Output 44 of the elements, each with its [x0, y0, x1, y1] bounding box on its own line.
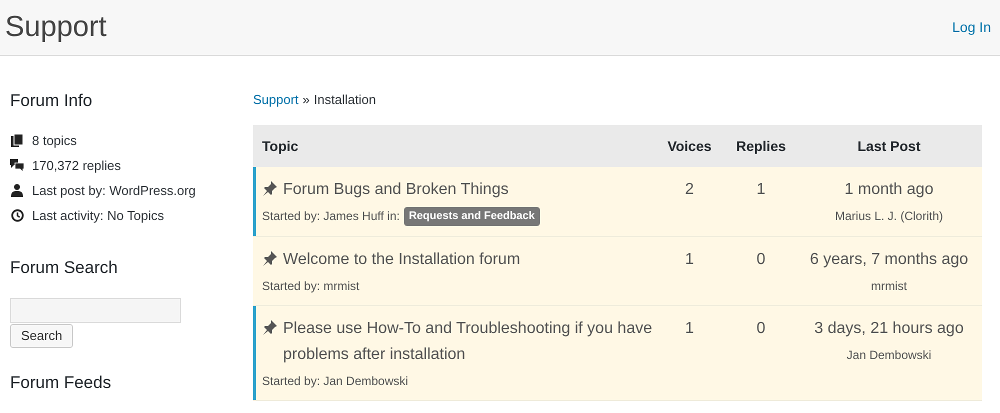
column-header: Replies	[735, 136, 787, 156]
user-icon	[11, 184, 23, 197]
documents-icon	[11, 134, 23, 147]
column-header: Voices	[666, 136, 713, 156]
pin-icon	[262, 320, 277, 334]
pin-icon	[262, 250, 277, 266]
voices-count: 2	[684, 180, 695, 200]
widget-title: Forum Search	[10, 256, 119, 278]
column-header: Last Post	[856, 136, 922, 156]
forum-tag[interactable]: Requests and Feedback	[404, 207, 540, 226]
stat-text: Last post by: WordPress.org	[32, 182, 196, 200]
topic-title-link[interactable]: Welcome to the Installation forum	[283, 246, 653, 272]
search-field[interactable]	[10, 298, 181, 323]
last-post-author[interactable]: Marius L. J. (Clorith)	[834, 207, 944, 225]
pin-icon	[262, 181, 277, 196]
site-title: Support	[5, 10, 107, 45]
topic-title-link[interactable]: Please use How-To and Troubleshooting if you have problems after installation	[283, 316, 653, 368]
topic-starter: Started by: Jan Dembowski	[262, 372, 408, 390]
topic-starter: Started by: James Huff in:	[262, 208, 400, 226]
login-link[interactable]: Log In	[952, 17, 991, 38]
last-post-link[interactable]: 6 years, 7 months ago	[810, 246, 968, 272]
voices-count: 1	[684, 318, 695, 338]
clock-icon	[10, 209, 24, 222]
stat-text: 8 topics	[32, 132, 77, 150]
topic-starter: Started by: mrmist	[262, 278, 360, 294]
breadcrumb-separator: »	[302, 91, 310, 110]
widget-title: Forum Feeds	[10, 372, 112, 394]
breadcrumb-link[interactable]: Support	[253, 90, 299, 110]
last-post-author[interactable]: Jan Dembowski	[846, 346, 932, 364]
breadcrumb-current: Installation	[314, 91, 376, 110]
speech-bubbles-icon	[10, 159, 24, 172]
last-post-author[interactable]: mrmist	[871, 276, 907, 294]
widget-title: Forum Info	[10, 90, 94, 112]
replies-count: 0	[756, 250, 766, 270]
stat-text: Last activity: No Topics	[32, 206, 164, 225]
topic-title-link[interactable]: Forum Bugs and Broken Things	[283, 177, 653, 203]
replies-count: 1	[756, 180, 766, 200]
voices-count: 1	[684, 250, 695, 270]
last-post-link[interactable]: 3 days, 21 hours ago	[814, 316, 964, 342]
column-header: Topic	[261, 136, 300, 156]
replies-count: 0	[756, 318, 766, 338]
last-post-link[interactable]: 1 month ago	[844, 177, 934, 203]
stat-text: 170,372 replies	[32, 156, 121, 175]
search-button[interactable]: Search	[10, 324, 74, 348]
